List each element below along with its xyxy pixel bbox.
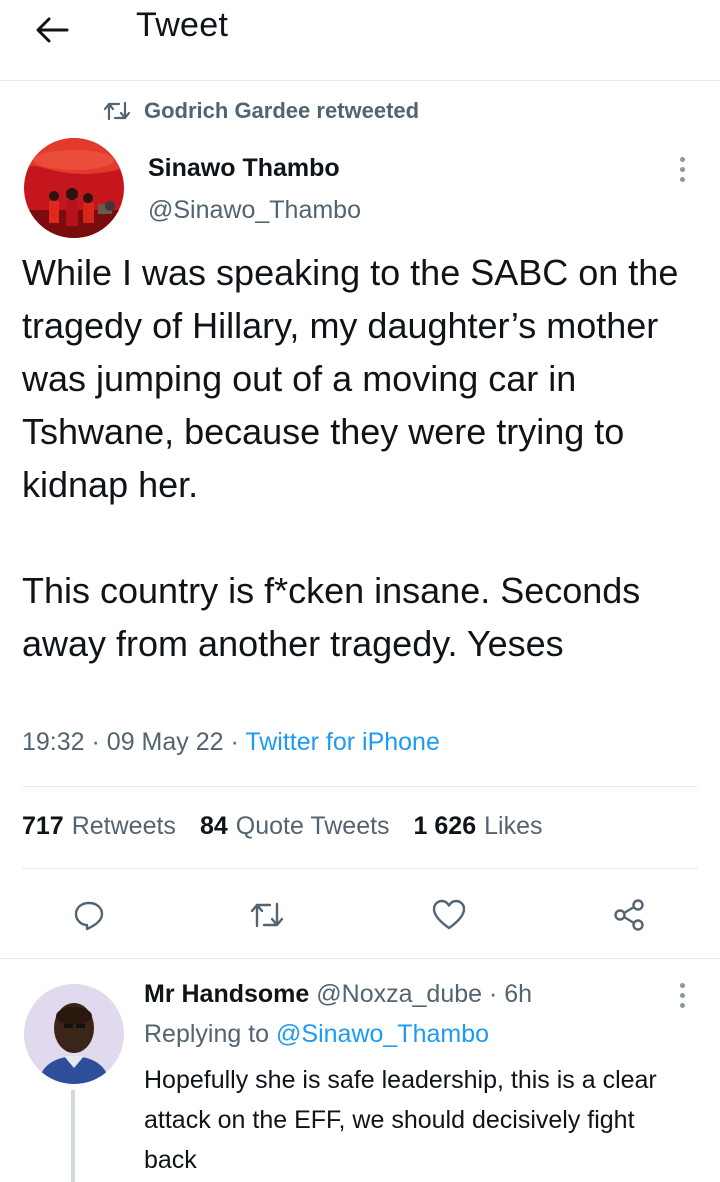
meta-separator: · <box>91 728 100 756</box>
reply-text: Hopefully she is safe leadership, this i… <box>144 1066 657 1174</box>
retweet-context[interactable]: Godrich Gardee retweeted <box>104 98 419 124</box>
tweet-date: 09 May 22 <box>106 728 224 756</box>
tweet-source-link[interactable]: Twitter for iPhone <box>245 728 440 756</box>
top-bar: Tweet <box>0 0 720 81</box>
likes-stat[interactable]: 1 626 Likes <box>414 812 543 841</box>
page-title: Tweet <box>136 6 229 44</box>
comment-icon <box>74 901 104 931</box>
back-button[interactable] <box>28 10 76 50</box>
replying-to: Replying to @Sinawo_Thambo <box>144 1020 489 1049</box>
meta-separator: · <box>230 728 239 756</box>
divider <box>22 868 698 869</box>
reply-separator: · <box>488 980 498 1008</box>
reply-header: Mr Handsome @Noxza_dube · 6h <box>144 980 532 1009</box>
retweet-icon <box>250 902 284 928</box>
reply-button[interactable] <box>64 890 114 940</box>
share-button[interactable] <box>604 890 654 940</box>
action-bar <box>0 890 720 940</box>
thread-line <box>71 1090 75 1182</box>
share-icon <box>614 899 644 931</box>
replying-to-label: Replying to <box>144 1020 270 1048</box>
author-name[interactable]: Sinawo Thambo <box>148 154 340 183</box>
heart-icon <box>432 899 466 930</box>
more-options-button[interactable] <box>670 152 694 186</box>
reply-author-name[interactable]: Mr Handsome <box>144 980 309 1008</box>
retweets-stat[interactable]: 717 Retweets <box>22 812 176 841</box>
reply-author-avatar[interactable] <box>24 984 124 1084</box>
divider <box>0 958 720 959</box>
reply-more-options-button[interactable] <box>670 978 694 1012</box>
quote-tweets-stat[interactable]: 84 Quote Tweets <box>200 812 390 841</box>
divider <box>22 786 698 787</box>
retweet-button[interactable] <box>242 890 292 940</box>
reply-age[interactable]: 6h <box>504 980 532 1008</box>
retweet-icon <box>104 101 130 121</box>
tweet-meta: 19:32 · 09 May 22 · Twitter for iPhone <box>22 728 440 757</box>
more-vertical-icon <box>679 982 685 1008</box>
replying-to-handle-link[interactable]: @Sinawo_Thambo <box>276 1020 489 1048</box>
like-button[interactable] <box>424 890 474 940</box>
tweet-stats: 717 Retweets 84 Quote Tweets 1 626 Likes <box>22 812 542 841</box>
author-avatar[interactable] <box>24 138 124 238</box>
more-vertical-icon <box>679 156 685 182</box>
tweet-text: While I was speaking to the SABC on the … <box>22 252 679 664</box>
retweet-context-label: Godrich Gardee retweeted <box>144 98 420 123</box>
reply-author-handle[interactable]: @Noxza_dube <box>316 980 482 1008</box>
arrow-left-icon <box>36 17 69 43</box>
tweet-time: 19:32 <box>22 728 85 756</box>
author-handle[interactable]: @Sinawo_Thambo <box>148 196 361 225</box>
